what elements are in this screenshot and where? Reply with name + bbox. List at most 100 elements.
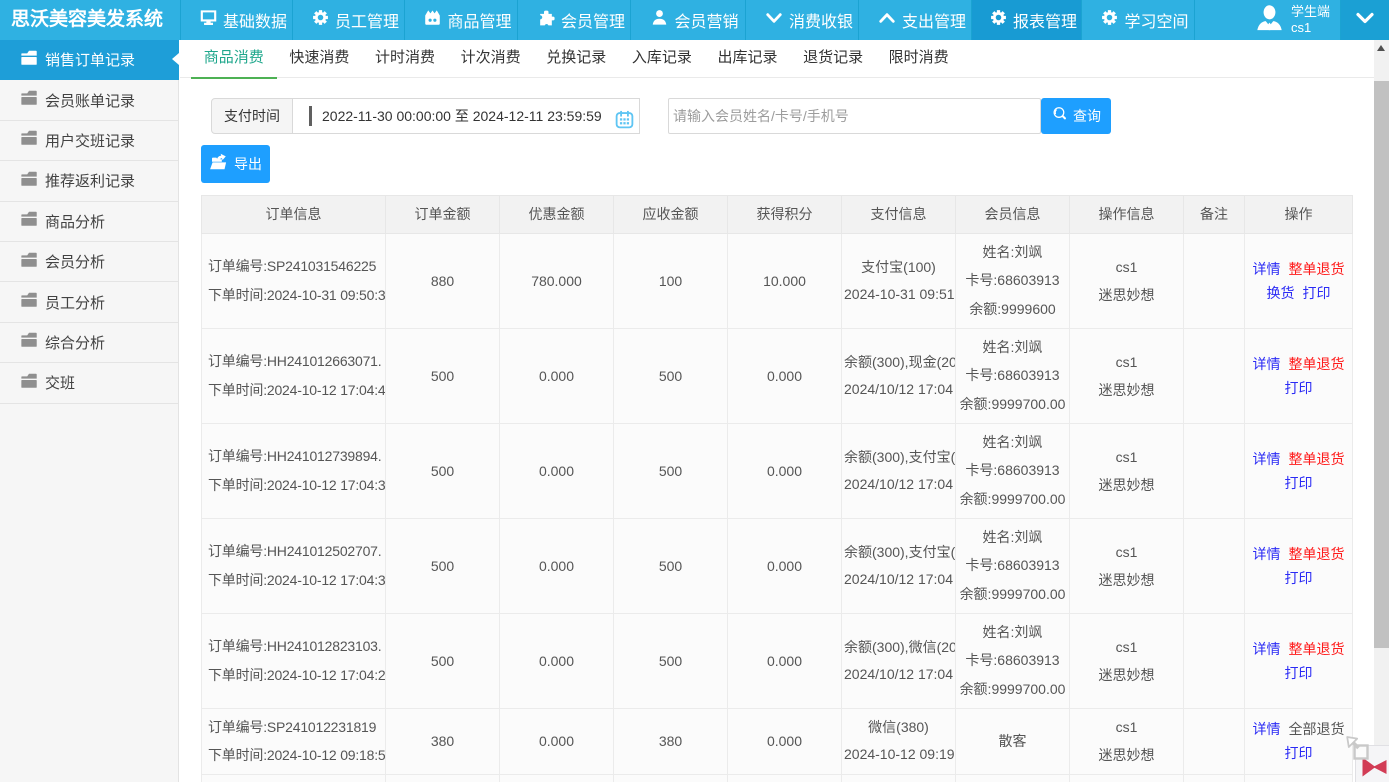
pay-info-cell: 余额(300),现金(202024/10/12 17:04 [842,328,956,423]
action-line: 打印 [1247,471,1350,495]
action-详情[interactable]: 详情 [1253,641,1281,657]
nav-item-1[interactable]: 基础数据 [180,0,292,40]
action-打印[interactable]: 打印 [1285,380,1313,396]
receivable-cell: 500 [614,613,728,708]
action-整单退货[interactable]: 整单退货 [1289,641,1345,657]
action-整单退货[interactable]: 整单退货 [1289,546,1345,562]
tab-7[interactable]: 出库记录 [705,40,791,78]
sidebar-item-6[interactable]: 会员分析 [0,242,178,282]
tab-6[interactable]: 入库记录 [619,40,705,78]
tab-9[interactable]: 限时消费 [876,40,962,78]
search-input[interactable] [668,98,1041,134]
action-全部退货[interactable]: 全部退货 [1289,721,1345,737]
member-line: 姓名:刘飒 [958,523,1067,552]
action-打印[interactable]: 打印 [1303,285,1331,301]
nav-item-8[interactable]: 报表管理 [971,0,1081,40]
orders-table-grid: 订单信息订单金额优惠金额应收金额获得积分支付信息会员信息操作信息备注操作 订单编… [201,195,1353,782]
order-info-cell: 订单编号:HH241012502707.下单时间:2024-10-12 17:0… [202,518,386,613]
folder-icon [20,372,45,394]
action-详情[interactable]: 详情 [1253,261,1281,277]
pay-info-cell: 余额(300),支付宝(2024/10/12 17:04 [842,423,956,518]
order-amount-cell: 500 [386,613,500,708]
sidebar-item-7[interactable]: 员工分析 [0,282,178,322]
pay-line: 2024/10/12 17:04 [844,566,953,593]
operator-line: 迷思妙想 [1072,281,1181,309]
table-cell-partial [728,775,842,782]
pay-line: 余额(300),微信(20 [844,634,953,661]
column-header: 应收金额 [614,195,728,233]
operator-cell: cs1迷思妙想 [1070,233,1184,328]
receivable-cell: 500 [614,328,728,423]
operator-line: cs1 [1072,538,1181,566]
nav-item-9[interactable]: 学习空间 [1081,0,1195,40]
action-整单退货[interactable]: 整单退货 [1289,356,1345,372]
tab-3[interactable]: 计时消费 [362,40,448,78]
order-info-cell: 订单编号:HH241012739894.下单时间:2024-10-12 17:0… [202,423,386,518]
export-button[interactable]: 导出 [201,145,270,183]
chevron-down-icon [764,8,789,33]
tab-4[interactable]: 计次消费 [448,40,534,78]
order-info-cell: 订单编号:HH241012823103.下单时间:2024-10-12 17:0… [202,613,386,708]
user-menu[interactable]: 学生端cs1 [1241,0,1340,40]
order-no: 订单编号:HH241012739894. [208,442,385,471]
nav-item-label: 会员营销 [674,8,738,32]
action-详情[interactable]: 详情 [1253,356,1281,372]
operator-line: 迷思妙想 [1072,471,1181,499]
tab-1[interactable]: 商品消费 [191,40,277,78]
nav-item-6[interactable]: 消费收银 [745,0,858,40]
action-打印[interactable]: 打印 [1285,475,1313,491]
nav-item-7[interactable]: 支出管理 [858,0,971,40]
gear-icon [989,8,1013,32]
search-icon [1051,105,1073,126]
orders-table: 订单信息订单金额优惠金额应收金额获得积分支付信息会员信息操作信息备注操作 订单编… [201,195,1352,782]
scrollbar-up-arrow[interactable] [1377,45,1385,51]
action-详情[interactable]: 详情 [1253,451,1281,467]
query-button[interactable]: 查询 [1041,98,1111,134]
action-打印[interactable]: 打印 [1285,665,1313,681]
sidebar-item-4[interactable]: 推荐返利记录 [0,161,178,201]
action-换货[interactable]: 换货 [1267,285,1295,301]
action-详情[interactable]: 详情 [1253,721,1281,737]
action-整单退货[interactable]: 整单退货 [1289,451,1345,467]
operator-line: cs1 [1072,443,1181,471]
sidebar-item-label: 会员账单记录 [45,90,135,111]
pay-line: 2024-10-12 09:19 [844,741,953,768]
nav-collapse-button[interactable] [1340,0,1389,40]
tab-2[interactable]: 快速消费 [277,40,363,78]
operator-line: cs1 [1072,633,1181,661]
vertical-scrollbar[interactable] [1374,40,1389,782]
action-打印[interactable]: 打印 [1285,570,1313,586]
remark-cell [1184,233,1245,328]
nav-item-3[interactable]: 商品管理 [404,0,517,40]
receivable-cell: 500 [614,518,728,613]
member-info-cell: 散客 [956,708,1070,775]
order-no: 订单编号:HH241012663071. [208,347,385,376]
nav-item-5[interactable]: 会员营销 [630,0,745,40]
action-打印[interactable]: 打印 [1285,745,1313,761]
sidebar-item-3[interactable]: 用户交班记录 [0,121,178,161]
pay-time-button[interactable]: 支付时间 [211,98,293,134]
action-整单退货[interactable]: 整单退货 [1289,261,1345,277]
order-no: 订单编号:SP241031546225 [208,252,385,281]
date-range-input[interactable]: 2022-11-30 00:00:00 至 2024-12-11 23:59:5… [292,98,640,134]
nav-item-4[interactable]: 会员管理 [517,0,630,40]
member-line: 卡号:68603913 [958,551,1067,580]
action-line: 打印 [1247,376,1350,400]
order-no: 订单编号:HH241012823103. [208,632,385,661]
action-详情[interactable]: 详情 [1253,546,1281,562]
user-role: 学生端 [1291,4,1330,19]
nav-item-2[interactable]: 员工管理 [292,0,404,40]
sidebar-item-5[interactable]: 商品分析 [0,202,178,242]
sidebar-item-2[interactable]: 会员账单记录 [0,80,178,120]
text-caret [309,106,312,126]
tab-5[interactable]: 兑换记录 [533,40,619,78]
sidebar-item-9[interactable]: 交班 [0,363,178,403]
sidebar-item-1[interactable]: 销售订单记录 [0,40,179,80]
folder-icon [20,331,45,353]
scrollbar-thumb[interactable] [1374,81,1389,648]
tab-8[interactable]: 退货记录 [790,40,876,78]
sidebar-item-8[interactable]: 综合分析 [0,323,178,363]
member-line: 余额:9999700.00 [958,580,1067,609]
action-line: 打印 [1247,566,1350,590]
column-header: 操作信息 [1070,195,1184,233]
